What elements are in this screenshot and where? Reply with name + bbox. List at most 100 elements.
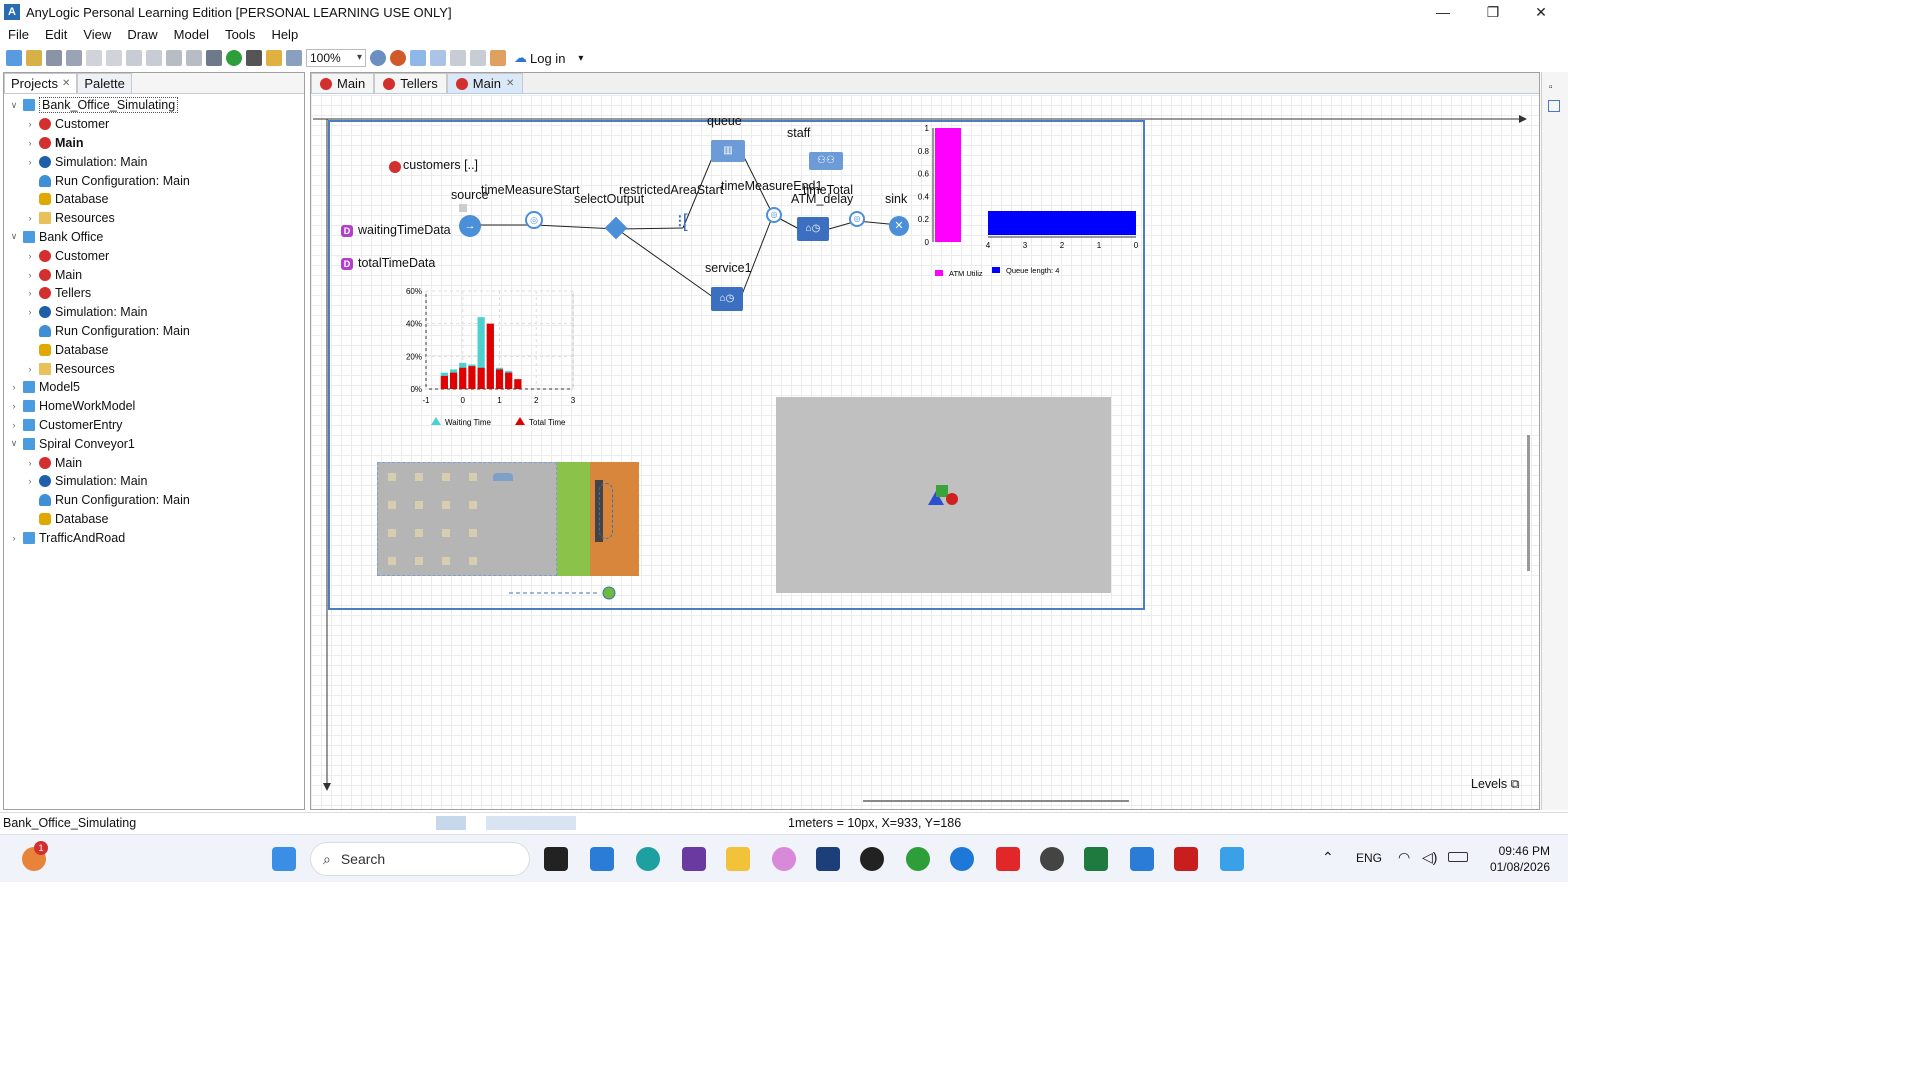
whatsapp-icon[interactable] [1040,847,1064,871]
help-icon[interactable] [950,847,974,871]
save-all-icon[interactable] [66,50,82,66]
3d-window[interactable] [776,397,1111,593]
wifi-icon[interactable]: ◠ [1398,849,1410,866]
drawing-tools-icon[interactable] [486,815,576,830]
grid-icon[interactable] [410,50,426,66]
chevron-right-icon[interactable]: › [24,288,36,298]
chrome-icon[interactable] [906,847,930,871]
wand-icon[interactable] [266,50,282,66]
chevron-right-icon[interactable]: › [24,251,36,261]
paste-icon[interactable] [166,50,182,66]
build-icon[interactable] [206,50,222,66]
tree-item[interactable]: › CustomerEntry [4,416,304,435]
tree-item[interactable]: › Resources [4,209,304,228]
menu-model[interactable]: Model [166,27,217,42]
menu-file[interactable]: File [0,27,37,42]
restore-button[interactable]: ❐ [1470,0,1516,24]
chevron-right-icon[interactable]: › [24,157,36,167]
menu-view[interactable]: View [75,27,119,42]
tree-item[interactable]: Run Configuration: Main [4,491,304,510]
snap-icon[interactable] [430,50,446,66]
tab-main-2[interactable]: Main ✕ [446,73,524,93]
zoom-icon[interactable] [370,50,386,66]
tree-item[interactable]: › HomeWorkModel [4,397,304,416]
chevron-right-icon[interactable]: › [24,213,36,223]
tab-projects[interactable]: Projects ✕ [4,73,78,93]
close-icon[interactable]: ✕ [506,78,514,89]
green-block[interactable] [557,462,590,576]
tree-item[interactable]: › Main [4,265,304,284]
task-view-icon[interactable] [544,847,568,871]
chevron-down-icon[interactable]: ∨ [8,438,20,449]
store-icon[interactable] [816,847,840,871]
chevron-down-icon[interactable]: ∨ [8,231,20,242]
minimize-button[interactable]: — [1420,0,1466,24]
language-indicator[interactable]: ENG [1356,851,1382,865]
run-icon[interactable] [226,50,242,66]
model-canvas[interactable]: customers [..] source → timeMeasureStart… [311,95,1539,809]
close-icon[interactable]: ✕ [62,78,70,89]
clock[interactable]: 09:46 PM 01/08/2026 [1490,843,1550,875]
anylogic-taskbar-icon[interactable] [1220,847,1244,871]
tree-item[interactable]: › TrafficAndRoad [4,528,304,547]
tree-item[interactable]: › Simulation: Main [4,152,304,171]
chevron-right-icon[interactable]: › [24,119,36,129]
open-icon[interactable] [26,50,42,66]
vertical-scrollbar[interactable] [1527,435,1530,571]
save-icon[interactable] [46,50,62,66]
file-explorer-icon[interactable] [726,847,750,871]
chevron-down-icon[interactable]: ∨ [8,100,20,111]
tree-item[interactable]: › Simulation: Main [4,472,304,491]
android-studio-icon[interactable] [860,847,884,871]
arrange-icon[interactable] [450,50,466,66]
volume-icon[interactable]: ◁) [1422,849,1437,866]
tree-item[interactable]: ∨ Spiral Conveyor1 [4,434,304,453]
new-icon[interactable] [6,50,22,66]
menu-help[interactable]: Help [263,27,306,42]
tab-main-1[interactable]: Main [311,73,375,93]
tree-item[interactable]: › Main [4,134,304,153]
stop-icon[interactable] [246,50,262,66]
tree-item[interactable]: Run Configuration: Main [4,171,304,190]
tree-item[interactable]: Database [4,190,304,209]
undo-icon[interactable] [86,50,102,66]
anydesk-icon[interactable] [996,847,1020,871]
align-icon[interactable] [470,50,486,66]
redo-icon[interactable] [106,50,122,66]
chevron-right-icon[interactable]: › [24,476,36,486]
excel-icon[interactable] [1084,847,1108,871]
battery-icon[interactable] [1448,852,1468,862]
tree-item[interactable]: › Tellers [4,284,304,303]
chevron-right-icon[interactable]: › [24,307,36,317]
chevron-up-icon[interactable]: ⌃ [1322,849,1334,866]
chevron-right-icon[interactable]: › [24,270,36,280]
close-button[interactable]: ✕ [1518,0,1564,24]
tree-item[interactable]: › Customer [4,115,304,134]
acrobat-icon[interactable] [1174,847,1198,871]
tab-tellers[interactable]: Tellers [374,73,447,93]
spiral-conveyor-icon[interactable] [599,483,613,539]
tree-item[interactable]: ∨ Bank_Office_Simulating [4,96,304,115]
tab-palette[interactable]: Palette [77,73,132,93]
levels-button[interactable]: Levels ⧉ [1471,777,1520,792]
restore-view-icon[interactable]: ▫ [1549,82,1553,93]
chevron-right-icon[interactable]: › [8,401,20,411]
edge-icon[interactable] [636,847,660,871]
zoom-fit-icon[interactable] [286,50,302,66]
zoom-select[interactable]: 100% [306,49,366,67]
tree-item[interactable]: › Customer [4,246,304,265]
vscode-icon[interactable] [590,847,614,871]
tree-item[interactable]: › Main [4,453,304,472]
copy-icon[interactable] [146,50,162,66]
tools-icon[interactable] [490,50,506,66]
paint-icon[interactable] [1130,847,1154,871]
chevron-right-icon[interactable]: › [8,420,20,430]
tree-item[interactable]: › Model5 [4,378,304,397]
menu-draw[interactable]: Draw [119,27,165,42]
menu-edit[interactable]: Edit [37,27,75,42]
tree-item[interactable]: ∨ Bank Office [4,228,304,247]
chevron-right-icon[interactable]: › [24,458,36,468]
tree-item[interactable]: › Resources [4,359,304,378]
menu-tools[interactable]: Tools [217,27,263,42]
chevron-right-icon[interactable]: › [24,138,36,148]
